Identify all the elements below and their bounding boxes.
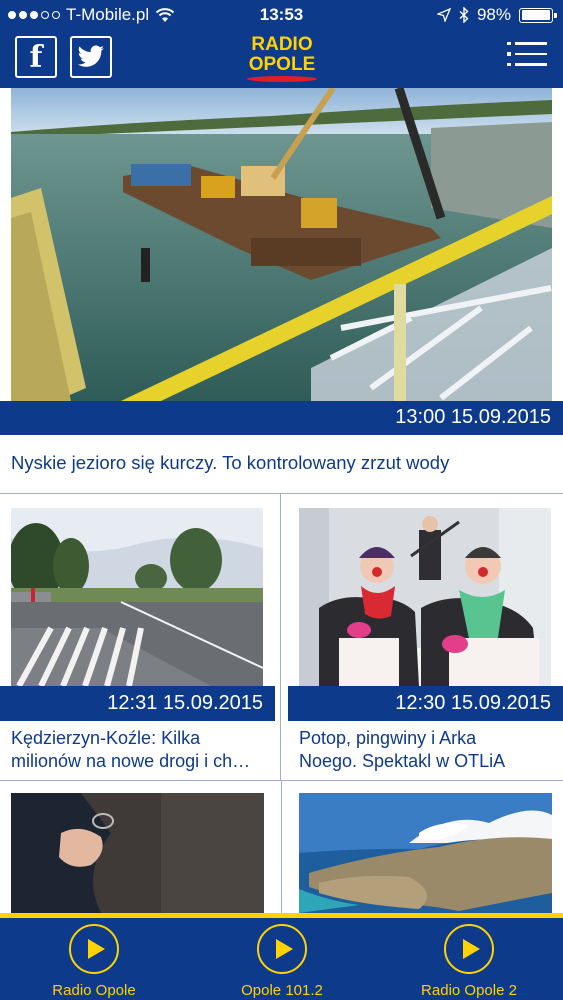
column-divider — [281, 781, 282, 913]
bluetooth-icon — [459, 7, 469, 23]
twitter-icon — [77, 45, 104, 67]
featured-article[interactable]: 13:00 15.09.2015 Nyskie jezioro się kurc… — [0, 88, 563, 494]
article-card-partial[interactable] — [299, 793, 552, 913]
play-icon[interactable] — [257, 924, 307, 974]
location-arrow-icon — [436, 8, 451, 22]
menu-button[interactable] — [507, 41, 547, 72]
article-title[interactable]: Potop, pingwiny i Arka Noego. Spektakl w… — [299, 727, 561, 773]
station-radio-opole-2[interactable]: Radio Opole 2 — [404, 924, 534, 999]
logo-line-1: RADIO — [251, 34, 313, 55]
featured-title[interactable]: Nyskie jezioro się kurczy. To kontrolowa… — [11, 452, 551, 474]
article-image-road — [11, 508, 263, 686]
article-card-partial[interactable] — [11, 793, 264, 913]
play-icon[interactable] — [444, 924, 494, 974]
article-card[interactable]: 12:30 15.09.2015 Potop, pingwiny i Arka … — [282, 494, 563, 780]
station-opole-101-2[interactable]: Opole 101.2 — [217, 924, 347, 999]
app-header: f RADIO OPOLE — [0, 30, 563, 88]
article-title-line-2: milionów na nowe drogi i ch… — [11, 751, 251, 771]
logo-line-2: OPOLE — [248, 54, 316, 75]
article-image-police — [11, 793, 264, 913]
featured-image-lake-barge — [11, 88, 552, 401]
article-title[interactable]: Kędzierzyn-Koźle: Kilka milionów na nowe… — [11, 727, 273, 773]
article-title-line-2: Noego. Spektakl w OTLiA — [299, 751, 506, 771]
article-image-coast — [299, 793, 552, 913]
facebook-button[interactable]: f — [15, 36, 57, 78]
featured-date: 13:00 15.09.2015 — [0, 401, 563, 435]
article-date: 12:31 15.09.2015 — [0, 686, 275, 721]
logo-swoosh — [247, 76, 317, 82]
article-date: 12:30 15.09.2015 — [288, 686, 563, 721]
article-title-line-1: Potop, pingwiny i Arka — [299, 728, 477, 748]
station-label: Radio Opole — [52, 982, 136, 999]
station-label: Opole 101.2 — [241, 982, 323, 999]
facebook-icon: f — [29, 39, 43, 75]
radio-player-bar: Radio Opole Opole 101.2 Radio Opole 2 — [0, 913, 563, 1000]
radio-opole-logo[interactable]: RADIO OPOLE — [230, 35, 334, 82]
status-right: 98% — [436, 5, 557, 25]
twitter-button[interactable] — [70, 36, 112, 78]
station-radio-opole[interactable]: Radio Opole — [29, 924, 159, 999]
station-label: Radio Opole 2 — [421, 982, 517, 999]
battery-icon — [519, 7, 557, 23]
article-card[interactable]: 12:31 15.09.2015 Kędzierzyn-Koźle: Kilka… — [0, 494, 281, 780]
article-image-clowns — [299, 508, 551, 686]
battery-percent: 98% — [476, 5, 511, 24]
play-icon[interactable] — [69, 924, 119, 974]
status-bar: T-Mobile.pl 13:53 98% — [0, 0, 563, 30]
menu-icon — [507, 41, 547, 66]
article-title-line-1: Kędzierzyn-Koźle: Kilka — [11, 728, 201, 748]
